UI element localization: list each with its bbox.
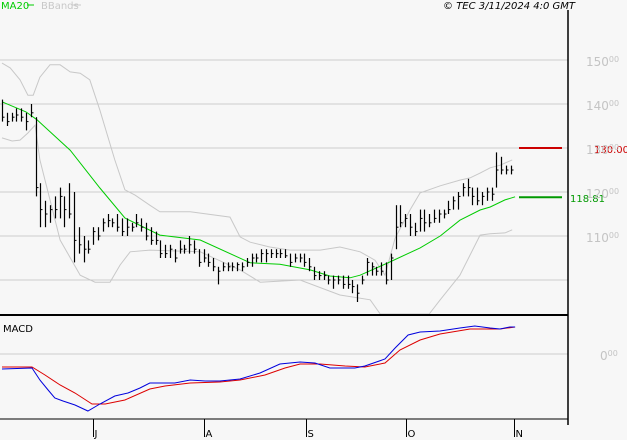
macd-zero-label: 000 (600, 349, 618, 363)
month-label: A (206, 429, 213, 440)
bb-lower-line (1, 123, 513, 315)
price-bars (1, 99, 514, 302)
bollinger-bands (1, 62, 513, 315)
month-label: J (94, 429, 98, 440)
stock-chart: 130.00118.81 000 15000140001300012000110… (0, 1, 627, 440)
macd-panel: 000 (0, 325, 618, 412)
copyright-timestamp: © TEC 3/11/2024 4:0 GMT (443, 1, 576, 12)
macd-label: MACD (3, 324, 33, 335)
axes: 1500014000130001200011000J A S O N (0, 10, 619, 440)
y-tick-label: 12000 (586, 187, 619, 201)
month-label: N (516, 429, 523, 440)
bb-upper-line (1, 62, 513, 277)
macd-line (1, 325, 516, 412)
legend-bbands: BBands (41, 1, 79, 12)
y-tick-label: 15000 (586, 55, 619, 69)
legend-ma20: MA20 (1, 1, 29, 12)
price-levels: 130.00118.81 (519, 145, 627, 205)
y-tick-label: 11000 (586, 231, 619, 245)
month-label: O (408, 429, 416, 440)
month-label: S (308, 429, 314, 440)
macd-signal-line (2, 326, 516, 405)
y-tick-label: 14000 (586, 99, 619, 113)
